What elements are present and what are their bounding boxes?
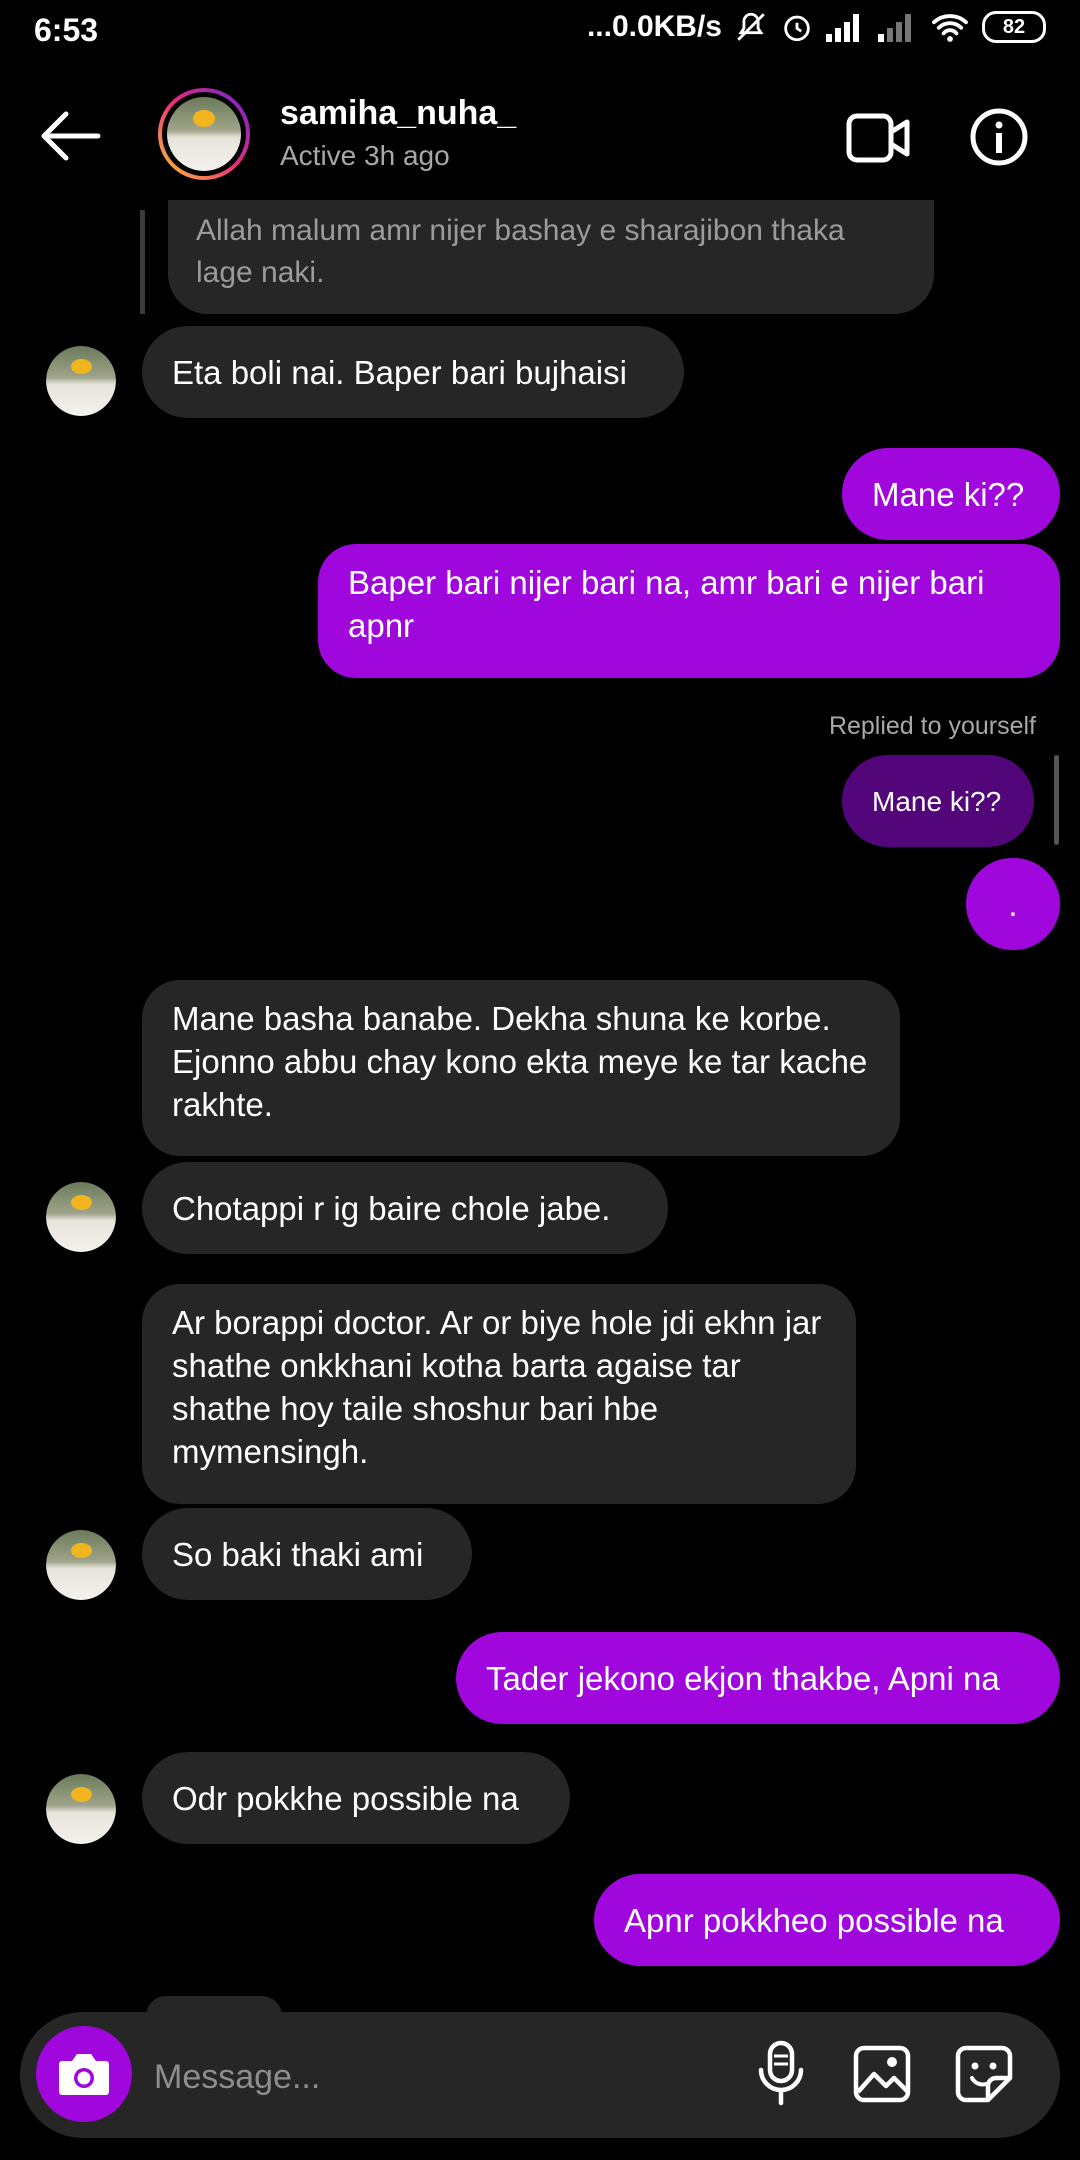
message-input[interactable] xyxy=(152,2046,716,2108)
status-time: 6:53 xyxy=(34,12,99,48)
battery-level: 82 xyxy=(1002,15,1026,38)
message-incoming[interactable]: Chotappi r ig baire chole jabe. xyxy=(142,1162,668,1254)
wifi-icon xyxy=(932,14,968,42)
signal-icon xyxy=(826,14,859,42)
message-incoming[interactable]: So baki thaki ami xyxy=(142,1508,472,1600)
status-icons: ...0.0KB/s 82 xyxy=(587,10,1046,44)
camera-icon xyxy=(59,2054,109,2095)
sticker-icon[interactable] xyxy=(954,2044,1014,2104)
message-outgoing[interactable]: Tader jekono ekjon thakbe, Apni na xyxy=(456,1632,1060,1724)
back-arrow-icon[interactable] xyxy=(38,110,102,162)
chat-username[interactable]: samiha_nuha_ xyxy=(280,94,516,133)
sender-avatar[interactable] xyxy=(46,1182,116,1252)
info-icon[interactable] xyxy=(970,108,1028,166)
network-speed: ...0.0KB/s xyxy=(586,10,722,43)
signal-2-icon xyxy=(878,14,911,42)
camera-button[interactable] xyxy=(36,2026,132,2122)
video-call-icon[interactable] xyxy=(846,110,910,166)
message-outgoing[interactable]: Baper bari nijer bari na, amr bari e nij… xyxy=(318,544,1060,678)
alarm-icon xyxy=(784,15,810,42)
reply-bar xyxy=(1054,755,1059,845)
sender-avatar[interactable] xyxy=(46,346,116,416)
quoted-message: Allah malum amr nijer bashay e sharajibo… xyxy=(168,200,934,314)
mute-icon xyxy=(737,12,765,41)
replied-original[interactable]: Mane ki?? xyxy=(842,755,1034,847)
sender-avatar[interactable] xyxy=(46,1774,116,1844)
active-status: Active 3h ago xyxy=(280,140,450,171)
reply-label: Replied to yourself xyxy=(828,712,1036,740)
message-outgoing[interactable]: Mane ki?? xyxy=(842,448,1060,540)
message-incoming[interactable]: Mane basha banabe. Dekha shuna ke korbe.… xyxy=(142,980,900,1156)
sender-avatar[interactable] xyxy=(46,1530,116,1600)
message-outgoing[interactable]: . xyxy=(966,858,1060,950)
profile-avatar[interactable] xyxy=(158,88,250,180)
message-incoming[interactable]: Ar borappi doctor. Ar or biye hole jdi e… xyxy=(142,1284,856,1504)
microphone-icon[interactable] xyxy=(756,2040,806,2106)
gallery-icon[interactable] xyxy=(852,2044,912,2104)
message-incoming[interactable]: Odr pokkhe possible na xyxy=(142,1752,570,1844)
battery-indicator: 82 xyxy=(982,11,1046,43)
message-incoming[interactable]: Eta boli nai. Baper bari bujhaisi xyxy=(142,326,684,418)
message-outgoing[interactable]: Apnr pokkheo possible na xyxy=(594,1874,1060,1966)
quote-bar xyxy=(140,210,145,314)
